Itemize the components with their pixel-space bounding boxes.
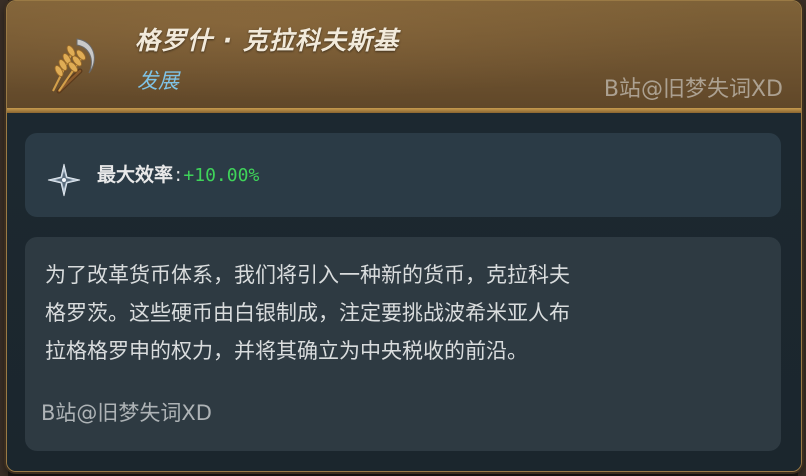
- description-watermark: B站@旧梦失词XD: [41, 401, 212, 425]
- star-compass-icon: [47, 163, 81, 197]
- modifier-value: +10.00%: [183, 165, 260, 186]
- grain-sickle-icon: [52, 38, 95, 94]
- category-label: 发展: [137, 69, 179, 93]
- description-line: 拉格格罗申的权力，并将其确立为中央税收的前沿。: [45, 339, 528, 363]
- tooltip-title: 格罗什 · 克拉科夫斯基: [135, 26, 399, 55]
- header-watermark: B站@旧梦失词XD: [603, 77, 783, 102]
- modifier-entry: 最大效率: +10.00%: [97, 160, 259, 187]
- modifier-label: 最大效率: [97, 164, 174, 186]
- tooltip-body: 最大效率: +10.00% 为了改革货币体系，我们将引入一种新的货币，克拉科夫 格…: [7, 113, 801, 471]
- modifier-colon: :: [175, 164, 182, 186]
- modifier-panel: 最大效率: +10.00%: [25, 133, 781, 217]
- tooltip-header: 格罗什 · 克拉科夫斯基 发展 B站@旧梦失词XD: [7, 1, 801, 113]
- description-line: 格罗茨。这些硬币由白银制成，注定要挑战波希米亚人布: [45, 301, 570, 325]
- description-line: 为了改革货币体系，我们将引入一种新的货币，克拉科夫: [45, 263, 570, 287]
- description-panel: 为了改革货币体系，我们将引入一种新的货币，克拉科夫 格罗茨。这些硬币由白银制成，…: [25, 237, 781, 451]
- tooltip-panel: 格罗什 · 克拉科夫斯基 发展 B站@旧梦失词XD 最大效率: +10.00% 为…: [6, 0, 802, 472]
